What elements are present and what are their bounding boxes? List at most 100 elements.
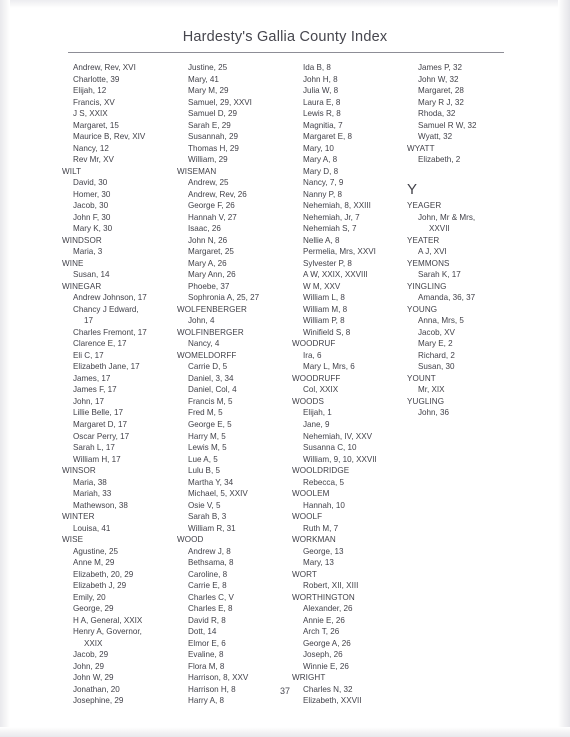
page-edge-top <box>0 0 570 8</box>
surname-entry: WOMELDORFF <box>177 350 237 360</box>
given-name-entry: Nehemiah, IV, XXV <box>303 431 372 441</box>
header-divider <box>68 52 504 53</box>
given-name-entry: John, 17 <box>73 396 105 406</box>
given-name-entry: Eli C, 17 <box>73 350 104 360</box>
given-name-entry: Elizabeth J, 29 <box>73 581 127 591</box>
given-name-entry: John, 36 <box>418 408 450 418</box>
given-name-entry: Dott, 14 <box>188 627 217 637</box>
given-name-entry: Nellie A, 8 <box>303 235 340 245</box>
given-name-entry: Maurice B, Rev, XIV <box>73 132 146 142</box>
given-name-entry: Anne M, 29 <box>73 558 115 568</box>
surname-entry: WOOLDRIDGE <box>292 466 350 476</box>
given-name-entry: Mary M, 29 <box>188 86 229 96</box>
page-number: 37 <box>279 686 290 696</box>
given-name-entry: Margaret D, 17 <box>73 419 127 429</box>
given-name-entry: Nehemiah S, 7 <box>303 224 357 234</box>
column-2: Justine, 25 Mary, 41 Mary M, 29 Samuel, 29,… <box>177 62 292 707</box>
surname-entry: WISE <box>62 535 84 545</box>
given-name-entry: Charlotte, 39 <box>73 74 120 84</box>
given-name-entry: William, 9, 10, XXVII <box>303 454 377 464</box>
letter-heading: Y <box>407 181 418 199</box>
surname-entry: WORTHINGTON <box>292 592 355 602</box>
given-name-entry: Samuel R W, 32 <box>418 120 477 130</box>
given-name-entry: Michael, 5, XXIV <box>188 489 248 499</box>
given-name-entry: Jacob, 30 <box>73 201 109 211</box>
given-name-entry: Jacob, 29 <box>73 650 109 660</box>
given-name-entry: James P, 32 <box>418 63 462 72</box>
given-name-entry: John, 4 <box>188 316 215 326</box>
given-name-entry: Nancy, 4 <box>188 339 220 349</box>
given-name-entry: Sarah K, 17 <box>418 270 461 280</box>
given-name-entry: Clarence E, 17 <box>73 339 127 349</box>
given-name-entry: Joseph, 26 <box>303 650 343 660</box>
entry-continuation: XXVII <box>429 224 450 234</box>
given-name-entry: Lewis M, 5 <box>188 443 227 453</box>
given-name-entry: Homer, 30 <box>73 189 111 199</box>
given-name-entry: Agustine, 25 <box>73 546 118 556</box>
given-name-entry: Mary, 10 <box>303 143 334 153</box>
surname-entry: YOUNG <box>407 304 438 314</box>
given-name-entry: Ira, 6 <box>303 350 322 360</box>
given-name-entry: Louisa, 41 <box>73 523 111 533</box>
given-name-entry: Col, XXIX <box>303 385 339 395</box>
given-name-entry: Permelia, Mrs, XXVI <box>303 247 376 257</box>
given-name-entry: Emily, 20 <box>73 592 106 602</box>
given-name-entry: Nanny P, 8 <box>303 189 342 199</box>
given-name-entry: Mary Ann, 26 <box>188 270 236 280</box>
given-name-entry: Robert, XII, XIII <box>303 581 359 591</box>
given-name-entry: Nancy, 7, 9 <box>303 178 344 188</box>
given-name-entry: Rev Mr, XV <box>73 155 114 165</box>
given-name-entry: Lulu B, 5 <box>188 466 220 476</box>
surname-entry: WINTER <box>62 512 95 522</box>
given-name-entry: Sylvester P, 8 <box>303 258 352 268</box>
given-name-entry: Martha Y, 34 <box>188 477 234 487</box>
given-name-entry: William H, 17 <box>73 454 121 464</box>
given-name-entry: Charles E, 8 <box>188 604 233 614</box>
surname-entry: YEATER <box>407 235 440 245</box>
surname-entry: YEMMONS <box>407 258 450 268</box>
given-name-entry: Hannah, 10 <box>303 500 345 510</box>
given-name-entry: John F, 30 <box>73 212 111 222</box>
given-name-entry: George, 29 <box>73 604 114 614</box>
given-name-entry: Margaret E, 8 <box>303 132 353 142</box>
given-name-entry: Phoebe, 37 <box>188 281 230 291</box>
given-name-entry: Julia W, 8 <box>303 86 339 96</box>
surname-entry: YEAGER <box>407 201 442 211</box>
given-name-entry: James F, 17 <box>73 385 117 395</box>
given-name-entry: Mary R J, 32 <box>418 97 464 107</box>
surname-entry: WISEMAN <box>177 166 217 176</box>
surname-entry: WYATT <box>407 143 435 153</box>
entry-continuation: 17 <box>84 316 94 326</box>
given-name-entry: Elijah, 12 <box>73 86 107 96</box>
given-name-entry: Jane, 9 <box>303 419 330 429</box>
given-name-entry: Bethsama, 8 <box>188 558 234 568</box>
given-name-entry: Susanna C, 10 <box>303 443 357 453</box>
surname-entry: WINE <box>62 258 84 268</box>
given-name-entry: Margaret, 15 <box>73 120 119 130</box>
surname-entry: YOUNT <box>407 373 436 383</box>
given-name-entry: Nancy, 12 <box>73 143 109 153</box>
given-name-entry: J S, XXIX <box>73 109 108 119</box>
given-name-entry: Mary A, 8 <box>303 155 338 165</box>
given-name-entry: David, 30 <box>73 178 108 188</box>
given-name-entry: Rhoda, 32 <box>418 109 456 119</box>
given-name-entry: Harrison, 8, XXV <box>188 673 249 683</box>
given-name-entry: John W, 32 <box>418 74 459 84</box>
given-name-entry: Anna, Mrs, 5 <box>418 316 464 326</box>
given-name-entry: George A, 26 <box>303 638 351 648</box>
surname-entry: WINEGAR <box>62 281 102 291</box>
given-name-entry: Alexander, 26 <box>303 604 353 614</box>
given-name-entry: Mary K, 30 <box>73 224 113 234</box>
given-name-entry: George F, 26 <box>188 201 235 211</box>
given-name-entry: Josephine, 29 <box>73 696 124 706</box>
given-name-entry: Elizabeth Jane, 17 <box>73 362 140 372</box>
given-name-entry: Margaret, 28 <box>418 86 464 96</box>
given-name-entry: Lewis R, 8 <box>303 109 341 119</box>
surname-entry: WOOLEM <box>292 489 330 499</box>
given-name-entry: Francis, XV <box>73 97 115 107</box>
given-name-entry: Daniel, Col, 4 <box>188 385 237 395</box>
page-title: Hardesty's Gallia County Index <box>182 29 388 45</box>
given-name-entry: Arch T, 26 <box>303 627 340 637</box>
column-1: Andrew, Rev, XVI Charlotte, 39 Elijah, 12 F… <box>62 62 177 707</box>
given-name-entry: Thomas H, 29 <box>188 143 239 153</box>
